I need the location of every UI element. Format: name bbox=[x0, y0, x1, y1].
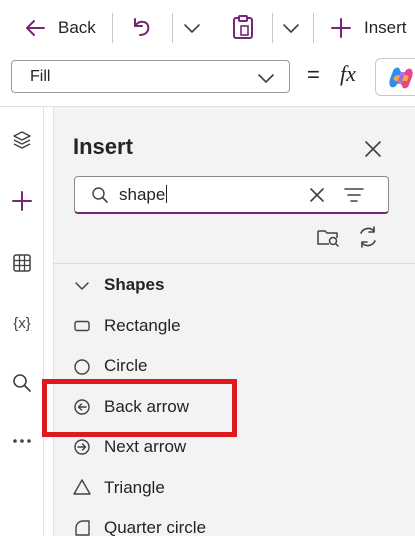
toolbar-divider bbox=[172, 13, 173, 43]
toolbar-divider bbox=[313, 13, 314, 43]
insert-rail-button[interactable] bbox=[6, 185, 38, 217]
paste-dropdown-button[interactable] bbox=[281, 18, 303, 40]
list-item-quarter-circle[interactable]: Quarter circle bbox=[70, 515, 350, 541]
fx-icon[interactable]: fx bbox=[340, 61, 356, 87]
back-button[interactable]: Back bbox=[20, 14, 102, 42]
pane-title: Insert bbox=[73, 134, 133, 159]
tree-view-button[interactable] bbox=[6, 124, 38, 156]
chevron-down-icon bbox=[74, 278, 90, 294]
left-rail: {x} bbox=[0, 107, 44, 536]
circle-icon bbox=[73, 358, 91, 376]
toolbar-divider bbox=[272, 13, 273, 43]
triangle-icon bbox=[72, 478, 92, 496]
chevron-down-icon bbox=[184, 24, 200, 33]
search-icon bbox=[13, 374, 31, 392]
list-item-rectangle[interactable]: Rectangle bbox=[70, 313, 350, 339]
list-item-label: Next arrow bbox=[104, 437, 187, 456]
property-dropdown[interactable]: Fill bbox=[11, 60, 290, 93]
filter-icon bbox=[344, 188, 364, 202]
variables-button[interactable]: {x} bbox=[6, 307, 38, 339]
clipboard-icon bbox=[233, 15, 253, 39]
folder-search-icon bbox=[317, 230, 339, 247]
paste-button[interactable] bbox=[231, 14, 259, 42]
table-icon bbox=[13, 254, 31, 272]
browse-folder-button[interactable] bbox=[316, 226, 340, 248]
list-item-label: Triangle bbox=[104, 478, 165, 497]
more-icon bbox=[13, 439, 31, 443]
copilot-button[interactable] bbox=[375, 58, 415, 96]
shapes-group-header[interactable]: Shapes bbox=[70, 272, 270, 298]
undo-button[interactable] bbox=[128, 14, 158, 42]
list-item-triangle[interactable]: Triangle bbox=[70, 475, 350, 501]
clear-icon bbox=[310, 188, 324, 202]
shapes-group-label: Shapes bbox=[104, 275, 165, 294]
undo-icon bbox=[134, 18, 150, 36]
undo-dropdown-button[interactable] bbox=[182, 18, 204, 40]
refresh-icon bbox=[360, 226, 376, 248]
copilot-icon bbox=[388, 65, 414, 91]
toolbar-divider bbox=[112, 13, 113, 43]
clear-search-button[interactable] bbox=[308, 186, 326, 204]
filter-button[interactable] bbox=[344, 186, 364, 204]
list-item-next-arrow[interactable]: Next arrow bbox=[70, 434, 350, 460]
search-icon bbox=[91, 186, 109, 204]
list-item-circle[interactable]: Circle bbox=[70, 353, 350, 379]
chevron-down-icon bbox=[256, 68, 276, 88]
list-item-label: Circle bbox=[104, 356, 148, 375]
next-arrow-icon bbox=[73, 438, 91, 456]
plus-icon bbox=[12, 191, 32, 211]
plus-icon bbox=[330, 17, 352, 39]
variables-icon: {x} bbox=[13, 314, 31, 332]
command-bar: Back Insert bbox=[0, 0, 415, 56]
list-item-label: Rectangle bbox=[104, 316, 181, 335]
rectangle-icon bbox=[73, 318, 91, 334]
highlight-box bbox=[42, 379, 237, 437]
layers-icon bbox=[13, 131, 31, 149]
search-input[interactable]: shape bbox=[74, 176, 389, 214]
insert-button[interactable]: Insert bbox=[330, 14, 415, 42]
chevron-down-icon bbox=[283, 24, 299, 33]
close-button[interactable] bbox=[361, 137, 385, 161]
list-item-label: Quarter circle bbox=[104, 518, 207, 537]
insert-label: Insert bbox=[364, 18, 407, 37]
equals-sign: = bbox=[307, 62, 320, 87]
back-arrow-icon bbox=[24, 17, 46, 39]
pane-divider bbox=[53, 263, 415, 264]
quarter-circle-icon bbox=[73, 519, 91, 537]
search-rail-button[interactable] bbox=[6, 367, 38, 399]
refresh-button[interactable] bbox=[356, 225, 380, 249]
close-icon bbox=[365, 141, 381, 157]
more-button[interactable] bbox=[6, 425, 38, 457]
property-value: Fill bbox=[30, 68, 51, 85]
data-button[interactable] bbox=[6, 247, 38, 279]
back-label: Back bbox=[58, 18, 96, 37]
search-value: shape bbox=[119, 185, 166, 204]
